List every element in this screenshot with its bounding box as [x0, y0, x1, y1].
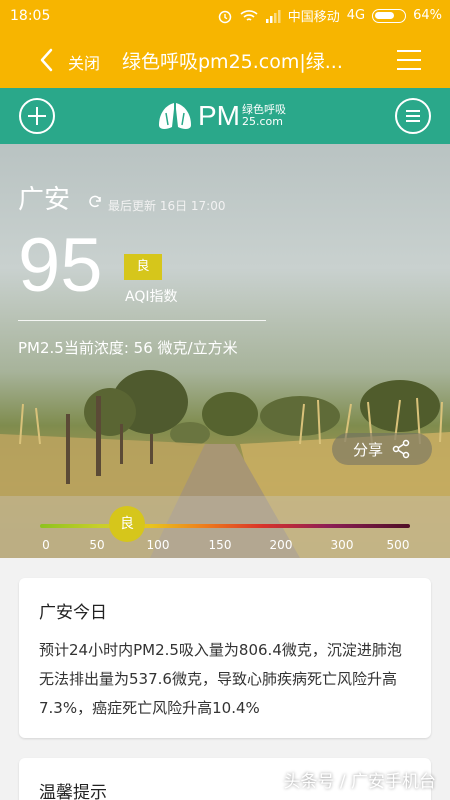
today-card-text: 预计24小时内PM2.5吸入量为806.4微克，沉淀进肺泡无法排出量为537.6…: [39, 641, 402, 717]
wifi-icon: [240, 9, 258, 21]
scale-tick-150: 150: [208, 538, 232, 552]
aqi-scale: 良 0 50 100 150 200 300 500: [0, 496, 450, 558]
app-header: PM 绿色呼吸 25.com: [0, 88, 450, 144]
refresh-icon[interactable]: [87, 194, 103, 210]
signal-icon: [265, 9, 281, 23]
share-icon: [392, 439, 410, 459]
aqi-label: AQI指数: [125, 289, 178, 305]
air-quality-hero: 广安 最后更新 16日 17:00 95 良 AQI指数 PM2.5当前浓度: …: [0, 144, 450, 558]
title-bar: 关闭 绿色呼吸pm25.com|绿...: [0, 32, 450, 88]
list-icon: [406, 110, 420, 122]
aqi-scale-gradient: [40, 524, 410, 528]
city-name: 广安: [18, 185, 71, 215]
page-title: 绿色呼吸pm25.com|绿...: [122, 51, 343, 73]
logo-domain-text: 25.com: [242, 115, 283, 128]
plus-icon: [28, 107, 46, 125]
scale-tick-200: 200: [269, 538, 293, 552]
tips-card-title: 温馨提示: [39, 783, 107, 800]
battery-percent: 64%: [413, 8, 442, 23]
status-time: 18:05: [10, 8, 51, 24]
status-bar: 18:05 中国移动 4G 64%: [0, 0, 450, 32]
today-card: 广安今日 预计24小时内PM2.5吸入量为806.4微克，沉淀进肺泡无法排出量为…: [19, 578, 431, 738]
scale-tick-50: 50: [89, 538, 105, 552]
battery-icon: [372, 8, 407, 23]
status-right: 中国移动 4G 64%: [217, 6, 442, 25]
scale-tick-0: 0: [42, 538, 50, 552]
hero-divider: [18, 320, 266, 321]
aqi-scale-marker: 良: [109, 506, 145, 542]
aqi-level-badge: 良: [124, 254, 162, 280]
scale-tick-300: 300: [330, 538, 354, 552]
city-list-button[interactable]: [395, 98, 431, 134]
close-button[interactable]: 关闭: [68, 50, 100, 74]
logo-subtext: 绿色呼吸 25.com: [242, 104, 286, 128]
add-city-button[interactable]: [19, 98, 55, 134]
share-button[interactable]: 分享: [332, 433, 432, 465]
aqi-value: 95: [18, 223, 103, 308]
pm25-concentration: PM2.5当前浓度: 56 微克/立方米: [18, 339, 238, 357]
today-card-title: 广安今日: [39, 603, 107, 623]
lungs-icon: [159, 103, 191, 130]
watermark: 头条号 / 广安手机台: [283, 772, 436, 792]
back-arrow-icon[interactable]: [34, 46, 62, 74]
scale-tick-500: 500: [386, 538, 410, 552]
carrier-name: 中国移动: [287, 10, 340, 25]
alarm-icon: [218, 10, 231, 23]
scale-tick-100: 100: [146, 538, 170, 552]
app-logo: PM 绿色呼吸 25.com: [156, 98, 286, 134]
share-label: 分享: [352, 440, 383, 459]
last-updated: 最后更新 16日 17:00: [108, 199, 226, 213]
network-type: 4G: [346, 8, 366, 23]
logo-pm-text: PM: [198, 100, 240, 131]
menu-icon[interactable]: [396, 48, 422, 72]
